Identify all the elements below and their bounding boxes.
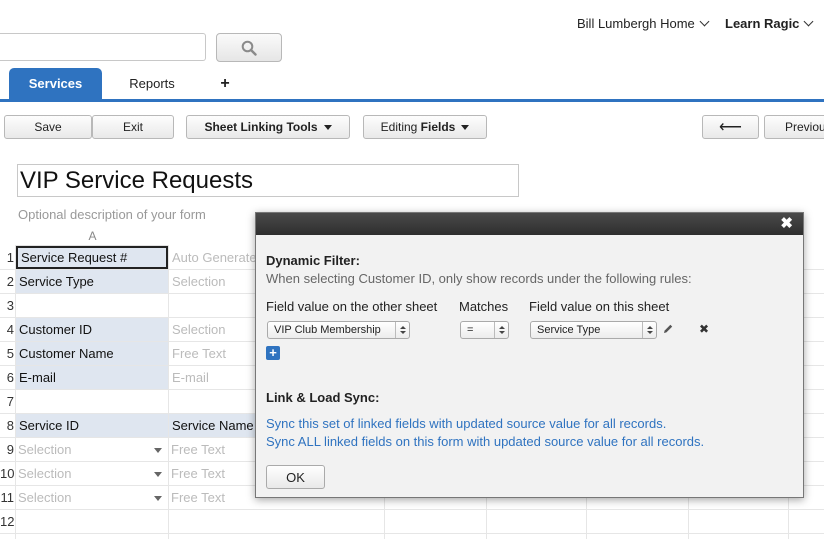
field-value-customer-name[interactable]: Free Text	[172, 342, 226, 365]
subtable-text-cell[interactable]: Free Text	[171, 486, 225, 509]
row-number: 9	[6, 442, 14, 457]
editing-fields-label: Fields	[420, 120, 456, 134]
row-number: 10	[0, 466, 15, 481]
dropdown-arrow-icon	[154, 472, 162, 477]
subtable-selection-cell[interactable]: Selection	[18, 438, 168, 461]
search-input[interactable]	[0, 33, 206, 61]
subtable-selection-cell[interactable]: Selection	[18, 462, 168, 485]
search-icon	[241, 40, 257, 56]
other-sheet-field-value: VIP Club Membership	[274, 324, 381, 336]
row-number: 8	[6, 418, 14, 433]
form-description[interactable]: Optional description of your form	[18, 207, 206, 222]
dynamic-filter-title: Dynamic Filter:	[266, 253, 360, 268]
home-link[interactable]: Bill Lumbergh Home	[577, 16, 710, 31]
pencil-icon[interactable]	[662, 323, 674, 335]
col-header-this-sheet: Field value on this sheet	[529, 299, 670, 314]
sync-this-set-link[interactable]: Sync this set of linked fields with upda…	[266, 416, 666, 431]
tab-services[interactable]: Services	[9, 68, 102, 99]
sheet-linking-tools-label: Sheet Linking Tools	[204, 120, 318, 134]
editing-prefix-label: Editing	[380, 120, 421, 134]
caret-down-icon	[461, 124, 470, 130]
subtable-selection-text: Selection	[18, 466, 72, 481]
field-label-customer-id[interactable]: Customer ID	[16, 318, 168, 341]
col-header-other-sheet: Field value on the other sheet	[266, 299, 438, 314]
select-arrows-icon	[642, 322, 656, 338]
field-value-service-request[interactable]: Auto Generate	[172, 246, 257, 269]
arrow-left-icon: ⟵	[719, 119, 742, 136]
field-label-email[interactable]: E-mail	[16, 366, 168, 389]
this-sheet-field-select[interactable]: Service Type	[530, 321, 657, 339]
field-value-email[interactable]: E-mail	[172, 366, 209, 389]
previous-arrow-button[interactable]: ⟵	[702, 115, 759, 139]
subtable-text-cell[interactable]: Free Text	[171, 462, 225, 485]
add-rule-button[interactable]: +	[266, 346, 280, 360]
subtable-selection-text: Selection	[18, 442, 72, 457]
row-number: 12	[0, 514, 15, 529]
exit-button[interactable]: Exit	[92, 115, 174, 139]
other-sheet-field-select[interactable]: VIP Club Membership	[267, 321, 410, 339]
grid-line	[0, 533, 824, 534]
ok-button[interactable]: OK	[266, 465, 325, 489]
column-header-a: A	[16, 229, 169, 246]
chevron-down-icon	[803, 16, 814, 27]
field-label-service-name[interactable]: Service Name	[169, 414, 259, 437]
search-button[interactable]	[216, 33, 282, 62]
learn-link[interactable]: Learn Ragic	[725, 16, 814, 31]
matches-select[interactable]: =	[460, 321, 509, 339]
add-tab-button[interactable]: +	[212, 68, 238, 99]
caret-down-icon	[323, 124, 332, 130]
field-label-customer-name[interactable]: Customer Name	[16, 342, 168, 365]
dropdown-arrow-icon	[154, 496, 162, 501]
row-number: 11	[0, 490, 15, 505]
field-label-service-id[interactable]: Service ID	[16, 414, 168, 437]
tab-reports[interactable]: Reports	[118, 68, 186, 99]
previous-label: Previous	[785, 120, 824, 134]
dialog-header: ✖	[256, 213, 803, 235]
subtable-selection-cell[interactable]: Selection	[18, 486, 168, 509]
subtable-selection-text: Selection	[18, 490, 72, 505]
grid-line	[0, 509, 824, 510]
this-sheet-field-value: Service Type	[537, 324, 601, 336]
col-header-matches: Matches	[459, 299, 509, 314]
row-number: 7	[6, 394, 14, 409]
select-arrows-icon	[395, 322, 409, 338]
field-label-service-type[interactable]: Service Type	[16, 270, 168, 293]
editing-fields-button[interactable]: Editing Fields	[363, 115, 487, 139]
row-number: 2	[6, 274, 14, 289]
chevron-down-icon	[699, 16, 710, 27]
sync-all-link[interactable]: Sync ALL linked fields on this form with…	[266, 434, 704, 449]
field-value-customer-id[interactable]: Selection	[172, 318, 225, 341]
row-number: 1	[6, 250, 14, 265]
dropdown-arrow-icon	[154, 448, 162, 453]
dynamic-filter-dialog: ✖ Dynamic Filter: When selecting Custome…	[255, 212, 804, 498]
grid-line	[168, 245, 169, 539]
link-load-sync-title: Link & Load Sync:	[266, 390, 380, 405]
select-arrows-icon	[494, 322, 508, 338]
row-number: 6	[6, 370, 14, 385]
row-number: 5	[6, 346, 14, 361]
matches-value: =	[467, 324, 474, 336]
remove-rule-icon[interactable]: ✖	[699, 322, 709, 336]
save-button[interactable]: Save	[4, 115, 92, 139]
previous-button[interactable]: Previous	[764, 115, 824, 139]
row-number: 3	[6, 298, 14, 313]
form-title[interactable]: VIP Service Requests	[17, 164, 519, 197]
subtable-text-cell[interactable]: Free Text	[171, 438, 225, 461]
learn-link-label: Learn Ragic	[725, 16, 800, 31]
field-label-service-request[interactable]: Service Request #	[16, 246, 168, 269]
row-number: 4	[6, 322, 14, 337]
home-link-label: Bill Lumbergh Home	[577, 16, 695, 31]
tab-rule	[0, 99, 824, 102]
field-value-service-type[interactable]: Selection	[172, 270, 225, 293]
dynamic-filter-description: When selecting Customer ID, only show re…	[266, 271, 692, 286]
sheet-linking-tools-button[interactable]: Sheet Linking Tools	[186, 115, 350, 139]
close-icon[interactable]: ✖	[780, 216, 793, 231]
